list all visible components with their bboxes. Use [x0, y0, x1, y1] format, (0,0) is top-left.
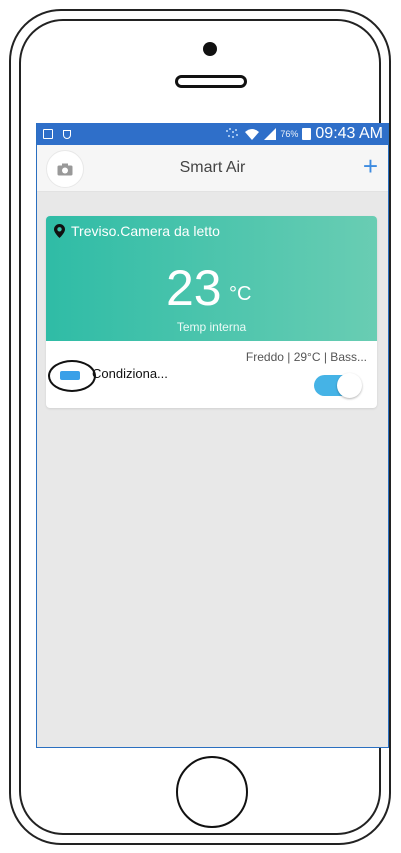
toggle-knob	[337, 373, 362, 398]
highlight-circle	[48, 360, 96, 392]
vibrate-icon	[226, 128, 239, 138]
indoor-temperature: 23	[166, 260, 222, 316]
speaker-grille	[175, 75, 247, 88]
home-button[interactable]	[176, 756, 248, 828]
location-pin-icon	[54, 224, 65, 238]
battery-icon	[302, 128, 312, 140]
device-name[interactable]: Condiziona...	[92, 366, 168, 381]
indoor-temperature-label: Temp interna	[176, 320, 247, 334]
room-card[interactable]: Treviso.Camera da letto 23 °C Temp inter…	[46, 216, 377, 408]
room-card-header: Treviso.Camera da letto 23 °C Temp inter…	[46, 216, 377, 341]
gallery-icon	[43, 129, 53, 139]
temperature-unit: °C	[229, 283, 252, 305]
app-title: Smart Air	[179, 159, 246, 176]
power-toggle[interactable]	[314, 373, 362, 398]
device-mode-summary: Freddo | 29°C | Bass...	[245, 350, 367, 364]
signal-icon	[264, 128, 277, 140]
app-screen: 76% 09:43 AM Smart Air + Treviso.Camera …	[36, 123, 389, 748]
shield-icon	[63, 129, 71, 139]
status-bar: 76% 09:43 AM	[37, 123, 388, 145]
location-row: Treviso.Camera da letto	[54, 223, 220, 239]
app-bar: Smart Air +	[37, 145, 388, 192]
wifi-icon	[245, 128, 260, 140]
location-label: Treviso.Camera da letto	[71, 223, 220, 239]
battery-percent: 76%	[280, 129, 299, 139]
plus-icon[interactable]: +	[363, 152, 378, 180]
front-camera	[203, 42, 217, 56]
clock: 09:43 AM	[315, 125, 383, 142]
